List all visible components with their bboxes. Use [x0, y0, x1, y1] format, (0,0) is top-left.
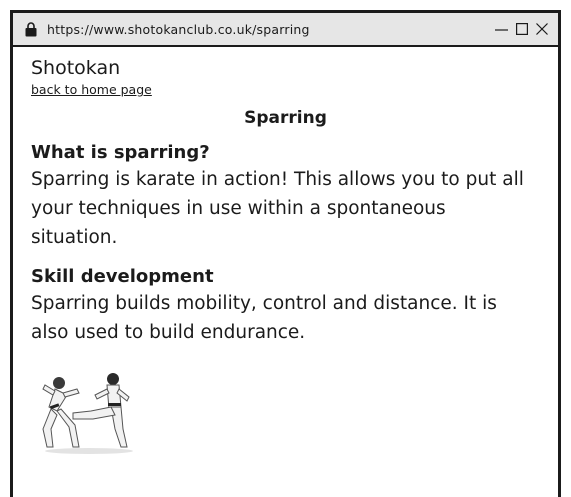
page-title: Sparring [244, 108, 327, 128]
minimize-icon[interactable] [495, 22, 508, 36]
window-controls [495, 22, 548, 36]
page-content: Shotokan back to home page Sparring What… [13, 57, 558, 455]
close-icon[interactable] [535, 22, 548, 36]
lock-icon [23, 20, 39, 38]
section-heading: What is sparring? [31, 142, 210, 163]
address-bar[interactable]: https://www.shotokanclub.co.uk/sparring [13, 13, 558, 47]
section-text: Sparring builds mobility, control and di… [31, 293, 497, 343]
browser-window: https://www.shotokanclub.co.uk/sparring … [10, 10, 561, 497]
maximize-icon[interactable] [515, 22, 528, 36]
section-heading: Skill development [31, 266, 214, 287]
site-name: Shotokan [31, 57, 121, 79]
home-link[interactable]: back to home page [31, 82, 152, 97]
url-text[interactable]: https://www.shotokanclub.co.uk/sparring [47, 22, 310, 37]
karate-sparring-photo [37, 367, 141, 455]
section-text: Sparring is karate in action! This allow… [31, 169, 524, 248]
